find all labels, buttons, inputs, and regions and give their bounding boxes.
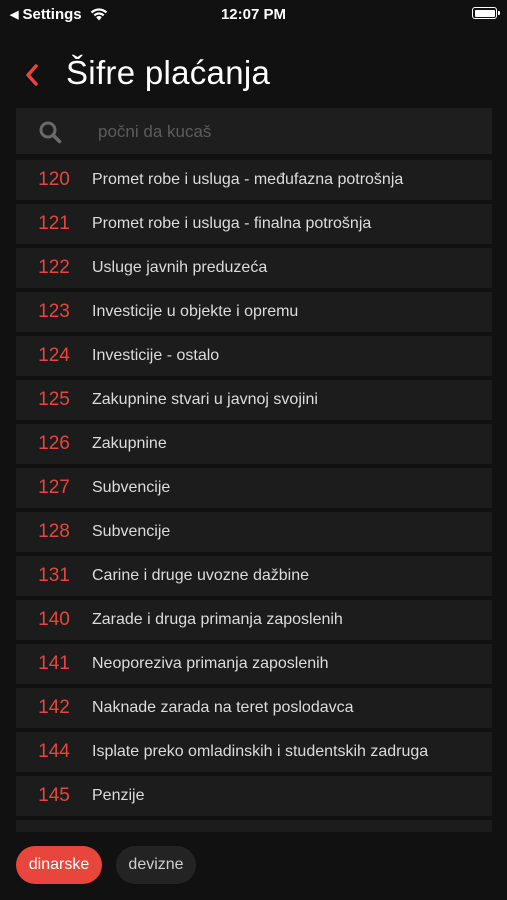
list-item[interactable]: 145 Penzije	[16, 776, 492, 816]
payment-description: Naknade zarada na teret poslodavca	[92, 699, 354, 716]
payment-code: 124	[38, 345, 70, 366]
list-item[interactable]: 140 Zarade i druga primanja zaposlenih	[16, 600, 492, 640]
list-item-partial[interactable]	[16, 820, 492, 832]
list-item[interactable]: 126 Zakupnine	[16, 424, 492, 464]
payment-code: 142	[38, 697, 70, 718]
list-item[interactable]: 127 Subvencije	[16, 468, 492, 508]
payment-description: Subvencije	[92, 523, 171, 540]
status-time: 12:07 PM	[220, 6, 287, 23]
payment-code: 145	[38, 785, 70, 806]
chevron-left-icon	[26, 64, 38, 86]
payment-description: Investicije - ostalo	[92, 347, 220, 364]
payment-code: 140	[38, 609, 70, 630]
list-item[interactable]: 120 Promet robe i usluga - međufazna pot…	[16, 160, 492, 200]
battery-icon	[472, 7, 500, 19]
payment-description: Carine i druge uvozne dažbine	[92, 567, 310, 584]
list-item[interactable]: 121 Promet robe i usluga - finalna potro…	[16, 204, 492, 244]
payment-description: Promet robe i usluga - finalna potrošnja	[92, 215, 372, 232]
payment-code-list: 120 Promet robe i usluga - međufazna pot…	[16, 160, 492, 832]
payment-code: 131	[38, 565, 70, 586]
payment-description: Promet robe i usluga - međufazna potrošn…	[92, 171, 404, 188]
list-item[interactable]: 122 Usluge javnih preduzeća	[16, 248, 492, 288]
payment-description: Subvencije	[92, 479, 171, 496]
payment-code: 121	[38, 213, 70, 234]
payment-description: Isplate preko omladinskih i studentskih …	[92, 743, 429, 760]
payment-description: Investicije u objekte i opremu	[92, 303, 299, 320]
list-item[interactable]: 124 Investicije - ostalo	[16, 336, 492, 376]
list-item[interactable]: 144 Isplate preko omladinskih i students…	[16, 732, 492, 772]
page-title: Šifre plaćanja	[66, 54, 271, 91]
payment-code: 144	[38, 741, 70, 762]
payment-description: Neoporeziva primanja zaposlenih	[92, 655, 329, 672]
filter-devizne-button[interactable]: devizne	[116, 846, 196, 884]
payment-code: 125	[38, 389, 70, 410]
payment-description: Zarade i druga primanja zaposlenih	[92, 611, 343, 628]
search-input[interactable]	[96, 108, 480, 156]
list-item[interactable]: 128 Subvencije	[16, 512, 492, 552]
search-icon	[39, 121, 62, 144]
payment-description: Penzije	[92, 787, 145, 804]
navigation-bar: Šifre plaćanja	[0, 48, 507, 102]
payment-code: 122	[38, 257, 70, 278]
list-item[interactable]: 141 Neoporeziva primanja zaposlenih	[16, 644, 492, 684]
list-item[interactable]: 125 Zakupnine stvari u javnoj svojini	[16, 380, 492, 420]
payment-code: 123	[38, 301, 70, 322]
search-bar	[16, 108, 492, 156]
filter-dinarske-button[interactable]: dinarske	[16, 846, 102, 884]
payment-description: Zakupnine stvari u javnoj svojini	[92, 391, 318, 408]
list-item[interactable]: 142 Naknade zarada na teret poslodavca	[16, 688, 492, 728]
payment-code: 128	[38, 521, 70, 542]
list-item[interactable]: 131 Carine i druge uvozne dažbine	[16, 556, 492, 596]
payment-code: 120	[38, 169, 70, 190]
payment-description: Usluge javnih preduzeća	[92, 259, 268, 276]
list-item[interactable]: 123 Investicije u objekte i opremu	[16, 292, 492, 332]
back-button[interactable]	[18, 60, 46, 90]
payment-code: 126	[38, 433, 70, 454]
status-bar: ◀ Settings 12:07 PM	[0, 0, 507, 30]
payment-code: 127	[38, 477, 70, 498]
payment-description: Zakupnine	[92, 435, 167, 452]
payment-code: 141	[38, 653, 70, 674]
